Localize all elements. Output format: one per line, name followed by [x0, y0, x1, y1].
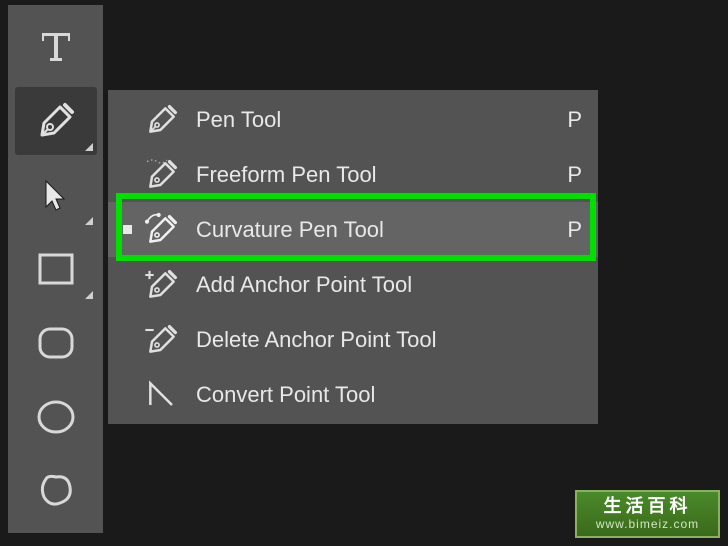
custom-shape-tool-button[interactable] — [15, 457, 97, 525]
pen-icon — [32, 97, 80, 145]
path-selection-tool-button[interactable] — [15, 161, 97, 229]
flyout-indicator-icon — [85, 143, 93, 151]
flyout-item-convert-point-tool[interactable]: Convert Point Tool — [108, 367, 598, 422]
flyout-item-label: Convert Point Tool — [196, 382, 582, 408]
rounded-rectangle-tool-button[interactable] — [15, 309, 97, 377]
delete-anchor-icon — [140, 318, 184, 362]
active-marker-icon — [123, 225, 132, 234]
flyout-item-shortcut: P — [567, 217, 582, 243]
watermark-badge: 生活百科 www.bimeiz.com — [575, 490, 720, 538]
selection-indicator — [120, 225, 134, 234]
pen-tool-button[interactable] — [15, 87, 97, 155]
flyout-item-label: Pen Tool — [196, 107, 567, 133]
watermark-title: 生活百科 — [604, 497, 692, 515]
flyout-item-label: Delete Anchor Point Tool — [196, 327, 582, 353]
add-anchor-icon — [140, 263, 184, 307]
flyout-item-delete-anchor-point-tool[interactable]: Delete Anchor Point Tool — [108, 312, 598, 367]
flyout-item-freeform-pen-tool[interactable]: Freeform Pen Tool P — [108, 147, 598, 202]
watermark-url: www.bimeiz.com — [596, 517, 699, 531]
rectangle-icon — [34, 247, 78, 291]
convert-point-icon — [140, 373, 184, 417]
rounded-rect-icon — [34, 321, 78, 365]
flyout-item-add-anchor-point-tool[interactable]: Add Anchor Point Tool — [108, 257, 598, 312]
rectangle-tool-button[interactable] — [15, 235, 97, 303]
freeform-pen-icon — [140, 153, 184, 197]
vertical-toolbar — [8, 5, 103, 533]
pointer-icon — [38, 177, 74, 213]
blob-icon — [34, 469, 78, 513]
type-tool-button[interactable] — [15, 13, 97, 81]
pen-tool-flyout-menu: Pen Tool P Freeform Pen Tool P — [108, 90, 598, 424]
type-icon — [36, 27, 76, 67]
ellipse-icon — [34, 395, 78, 439]
flyout-item-shortcut: P — [567, 162, 582, 188]
flyout-item-label: Add Anchor Point Tool — [196, 272, 582, 298]
curvature-pen-icon — [140, 208, 184, 252]
flyout-indicator-icon — [85, 291, 93, 299]
flyout-item-label: Freeform Pen Tool — [196, 162, 567, 188]
flyout-item-shortcut: P — [567, 107, 582, 133]
flyout-item-pen-tool[interactable]: Pen Tool P — [108, 92, 598, 147]
flyout-indicator-icon — [85, 217, 93, 225]
flyout-item-curvature-pen-tool[interactable]: Curvature Pen Tool P — [108, 202, 598, 257]
pen-icon — [140, 98, 184, 142]
ellipse-tool-button[interactable] — [15, 383, 97, 451]
flyout-item-label: Curvature Pen Tool — [196, 217, 567, 243]
